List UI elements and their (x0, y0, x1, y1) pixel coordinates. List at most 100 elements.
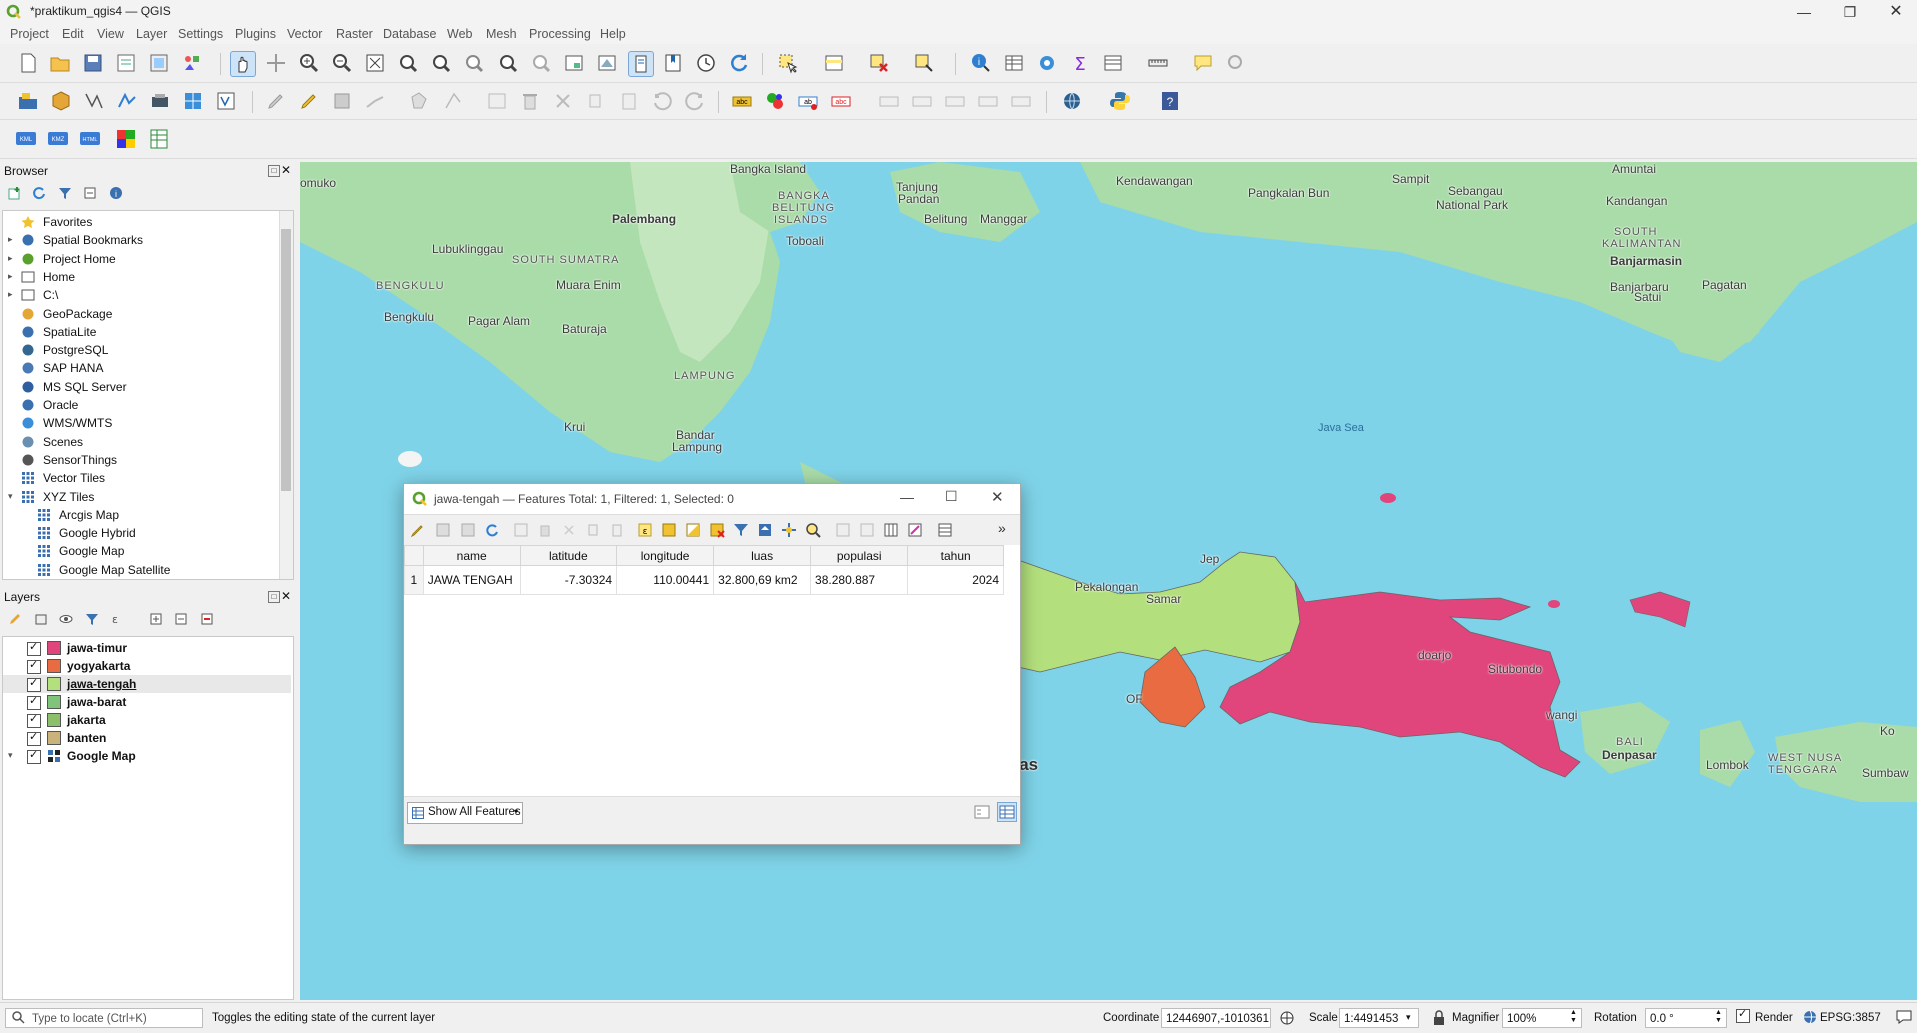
table-row[interactable]: 1 JAWA TENGAH -7.30324 110.00441 32.800,69 k… (404, 565, 1004, 595)
zoom-in-icon[interactable] (297, 51, 321, 75)
collapse-all-layers-icon[interactable] (174, 612, 188, 629)
form-view-icon[interactable] (974, 804, 990, 823)
menu-processing[interactable]: Processing (529, 27, 591, 41)
table-cell[interactable]: 2024 (907, 565, 1004, 595)
add-feature-icon[interactable] (513, 522, 529, 541)
crs-label[interactable]: EPSG:3857 (1820, 1012, 1881, 1024)
table-view-icon[interactable] (997, 802, 1017, 822)
browser-item[interactable]: Arcgis Map (3, 506, 279, 524)
menu-settings[interactable]: Settings (178, 27, 223, 41)
menu-layer[interactable]: Layer (136, 27, 167, 41)
change-label-icon[interactable] (1009, 89, 1033, 113)
pan-to-selected-icon[interactable] (781, 522, 797, 541)
show-all-features-button[interactable]: Show All Features ▾ (407, 802, 523, 824)
add-virtual-layer-icon[interactable] (214, 89, 238, 113)
cut-features-icon[interactable] (551, 89, 575, 113)
menu-project[interactable]: Project (10, 27, 49, 41)
browser-scrollbar[interactable] (279, 211, 293, 579)
collapse-arrow-icon[interactable]: ▾ (8, 491, 13, 502)
browser-item[interactable]: PostgreSQL (3, 341, 279, 359)
browser-item[interactable]: WMS/WMTS (3, 414, 279, 432)
layer-item[interactable]: jawa-barat (3, 693, 291, 711)
menu-edit[interactable]: Edit (62, 27, 84, 41)
open-project-icon[interactable] (48, 51, 72, 75)
browser-item[interactable]: SAP HANA (3, 359, 279, 377)
kmz-export-icon[interactable]: KMZ (46, 127, 70, 151)
kml-export-icon[interactable]: KML (14, 127, 38, 151)
zoom-full-icon[interactable] (363, 51, 387, 75)
invert-selection-icon[interactable] (685, 522, 701, 541)
undo-icon[interactable] (650, 89, 674, 113)
multi-edit-icon[interactable] (435, 522, 451, 541)
menu-vector[interactable]: Vector (287, 27, 322, 41)
toggle-extents-icon[interactable] (1279, 1010, 1295, 1029)
browser-item[interactable]: Favorites (3, 213, 279, 231)
coordinate-input[interactable]: 12446907,-1010361 (1161, 1008, 1271, 1028)
column-header[interactable]: populasi (810, 545, 909, 566)
layer-visibility-checkbox[interactable] (27, 694, 41, 710)
expand-arrow-icon[interactable]: ▸ (8, 289, 13, 300)
browser-item[interactable]: Scenes (3, 433, 279, 451)
float-layers-panel-icon[interactable]: □ (268, 591, 280, 603)
help-icon[interactable]: ? (1158, 89, 1182, 113)
new-map-view-icon[interactable] (562, 51, 586, 75)
organize-columns-icon[interactable] (883, 522, 899, 541)
zoom-last-icon[interactable] (496, 51, 520, 75)
paste-features-icon[interactable] (617, 89, 641, 113)
browser-refresh-icon[interactable] (32, 186, 46, 200)
layer-visibility-checkbox[interactable] (27, 730, 41, 746)
table-cell[interactable]: 32.800,69 km2 (713, 565, 812, 595)
zoom-to-selected-icon[interactable] (805, 522, 821, 541)
menu-database[interactable]: Database (383, 27, 437, 41)
yogyakarta-polygon[interactable] (1139, 646, 1206, 728)
toggle-editing-mode-icon[interactable] (410, 522, 426, 541)
toolbar-overflow-icon[interactable]: » (998, 520, 1006, 536)
zoom-out-icon[interactable] (330, 51, 354, 75)
browser-item[interactable]: ▸ C:\ (3, 286, 279, 304)
add-raster-layer-icon[interactable] (148, 89, 172, 113)
browser-item[interactable]: ▾ XYZ Tiles (3, 488, 279, 506)
select-features-icon[interactable] (776, 51, 800, 75)
column-header[interactable]: luas (713, 545, 812, 566)
browser-item[interactable]: ▸ Home (3, 268, 279, 286)
float-panel-icon[interactable]: □ (268, 165, 280, 177)
map-tips-bubble-icon[interactable] (1191, 51, 1215, 75)
new-3d-map-view-icon[interactable] (595, 51, 619, 75)
column-header[interactable]: longitude (616, 545, 715, 566)
field-calculator-icon[interactable] (907, 522, 923, 541)
toggle-editing-icon[interactable] (297, 89, 321, 113)
layer-visibility-checkbox[interactable] (27, 748, 41, 764)
image-tiles-icon[interactable] (114, 127, 138, 151)
layer-item[interactable]: jakarta (3, 711, 291, 729)
processing-toolbox-icon[interactable] (1035, 51, 1059, 75)
map-tips-icon[interactable] (628, 51, 654, 77)
locator-settings-icon[interactable] (1224, 51, 1248, 75)
rotation-spinner[interactable]: ▲ ▼ (1715, 1009, 1722, 1025)
dialog-maximize-button[interactable]: ☐ (945, 488, 958, 505)
html-export-icon[interactable]: HTML (78, 127, 102, 151)
current-edits-icon[interactable] (264, 89, 288, 113)
zoom-next-icon[interactable] (529, 51, 553, 75)
modify-attributes-icon[interactable] (485, 89, 509, 113)
crs-icon[interactable] (1803, 1010, 1817, 1027)
browser-item[interactable]: Vector Tiles (3, 469, 279, 487)
statistical-summary-icon[interactable]: Σ (1068, 51, 1092, 75)
browser-item[interactable]: ▸ Spatial Bookmarks (3, 231, 279, 249)
browser-item[interactable]: Oracle (3, 396, 279, 414)
labeling-icon[interactable]: abc (730, 89, 754, 113)
diagram-options-icon[interactable] (763, 89, 787, 113)
add-mesh-layer-icon[interactable] (181, 89, 205, 113)
table-cell[interactable]: -7.30324 (519, 565, 618, 595)
column-header[interactable]: latitude (519, 545, 618, 566)
copy-features-icon[interactable] (584, 89, 608, 113)
collapse-all-icon[interactable] (83, 186, 97, 200)
style-manager-icon[interactable] (180, 51, 204, 75)
browser-item[interactable]: Google Map Satellite (3, 561, 279, 579)
remove-layer-icon[interactable] (200, 612, 214, 629)
table-cell[interactable]: 110.00441 (616, 565, 715, 595)
zoom-to-layer-icon[interactable] (429, 51, 453, 75)
dialog-close-button[interactable]: ✕ (991, 488, 1004, 506)
scrollbar-thumb[interactable] (281, 229, 291, 491)
new-project-icon[interactable] (16, 51, 40, 75)
minimize-button[interactable]: — (1781, 0, 1827, 24)
